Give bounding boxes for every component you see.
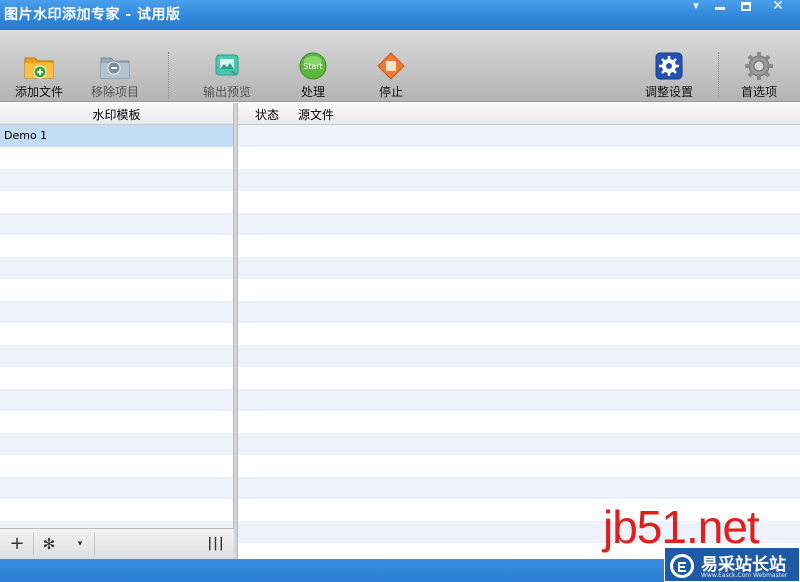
template-column-header: 水印模板: [92, 108, 141, 122]
empty-row: [238, 147, 800, 169]
remove-item-label: 移除项目: [90, 85, 139, 99]
settings-gear-icon: [655, 52, 683, 80]
remove-item-button[interactable]: 移除项目: [82, 30, 148, 102]
adjust-settings-label: 调整设置: [644, 85, 693, 99]
gear-icon: [745, 52, 773, 80]
file-list-panel: 状态 源文件: [237, 103, 800, 565]
empty-row: [0, 345, 233, 367]
output-preview-button[interactable]: 输出预览: [194, 30, 260, 102]
file-list-header: 状态 源文件: [238, 103, 800, 125]
empty-row: [238, 345, 800, 367]
start-icon-text: Start: [303, 62, 323, 71]
source-file-column-header[interactable]: 源文件: [298, 106, 334, 123]
maximize-icon: [741, 2, 751, 11]
toolbar-separator: [168, 52, 169, 98]
add-template-button[interactable]: +: [4, 529, 30, 559]
empty-row: [238, 411, 800, 433]
empty-row: [238, 125, 800, 147]
image-preview-icon: [215, 54, 239, 76]
empty-row: [238, 301, 800, 323]
adjust-settings-button[interactable]: 调整设置: [636, 30, 702, 102]
empty-row: [238, 191, 800, 213]
empty-row: [0, 499, 233, 521]
empty-row: [238, 169, 800, 191]
site-badge: 易采站长站 Www.Easck.Com Webmaster: [664, 547, 800, 582]
window-title: 图片水印添加专家 - 试用版: [4, 7, 181, 23]
process-button[interactable]: Start 处理: [280, 30, 346, 102]
preferences-button[interactable]: 首选项: [726, 30, 792, 102]
minimize-icon: [715, 7, 725, 10]
toolbar: 添加文件 移除项目 输出预览 Start 处理 停止 调整设置 首选项: [0, 30, 800, 102]
empty-row: [238, 235, 800, 257]
empty-row: [0, 389, 233, 411]
empty-row: [238, 213, 800, 235]
title-bar: 图片水印添加专家 - 试用版 ▾ ✕: [0, 0, 800, 30]
template-list-item[interactable]: Demo 1: [0, 125, 233, 147]
empty-row: [0, 301, 233, 323]
site-watermark: jb51.net: [603, 501, 760, 553]
settings-dropdown-icon[interactable]: ▾: [72, 529, 88, 559]
empty-row: [0, 169, 233, 191]
empty-row: [0, 213, 233, 235]
site-badge-subtitle: Www.Easck.Com Webmaster: [701, 572, 788, 579]
empty-row: [0, 477, 233, 499]
site-logo-icon: [670, 554, 694, 578]
close-button[interactable]: ✕: [766, 0, 790, 14]
column-resize-grip-icon[interactable]: |||: [202, 529, 230, 559]
add-file-button[interactable]: 添加文件: [6, 30, 72, 102]
start-icon: Start: [299, 52, 327, 80]
empty-row: [0, 455, 233, 477]
menu-dropdown-button[interactable]: ▾: [684, 0, 708, 14]
process-label: 处理: [300, 85, 325, 99]
empty-row: [0, 433, 233, 455]
empty-row: [0, 411, 233, 433]
empty-row: [0, 257, 233, 279]
footer-separator: [94, 533, 95, 555]
template-settings-icon[interactable]: ✻: [37, 529, 61, 559]
status-column-header[interactable]: 状态: [255, 106, 279, 123]
maximize-button[interactable]: [734, 0, 758, 14]
template-panel: 水印模板 Demo 1: [0, 103, 234, 559]
empty-row: [238, 455, 800, 477]
stop-button[interactable]: 停止: [358, 30, 424, 102]
empty-row: [0, 323, 233, 345]
output-preview-label: 输出预览: [202, 85, 251, 99]
empty-row: [238, 279, 800, 301]
template-list-header[interactable]: 水印模板: [0, 103, 233, 125]
footer-separator: [33, 533, 34, 555]
stop-icon: [377, 52, 405, 80]
empty-row: [0, 147, 233, 169]
stop-label: 停止: [378, 85, 403, 99]
empty-row: [0, 235, 233, 257]
template-list: Demo 1: [0, 125, 233, 543]
empty-row: [0, 367, 233, 389]
empty-row: [0, 191, 233, 213]
minimize-button[interactable]: [708, 0, 732, 14]
template-footer-toolbar: + ✻ ▾ |||: [0, 528, 234, 559]
add-file-label: 添加文件: [14, 85, 63, 99]
folder-remove-icon: [100, 57, 130, 79]
empty-row: [238, 257, 800, 279]
preferences-label: 首选项: [740, 85, 777, 99]
empty-row: [238, 433, 800, 455]
empty-row: [238, 477, 800, 499]
empty-row: [238, 367, 800, 389]
folder-add-icon: [24, 57, 54, 79]
file-list: [238, 125, 800, 565]
empty-row: [238, 323, 800, 345]
toolbar-separator: [718, 52, 719, 98]
empty-row: [238, 389, 800, 411]
empty-row: [0, 279, 233, 301]
